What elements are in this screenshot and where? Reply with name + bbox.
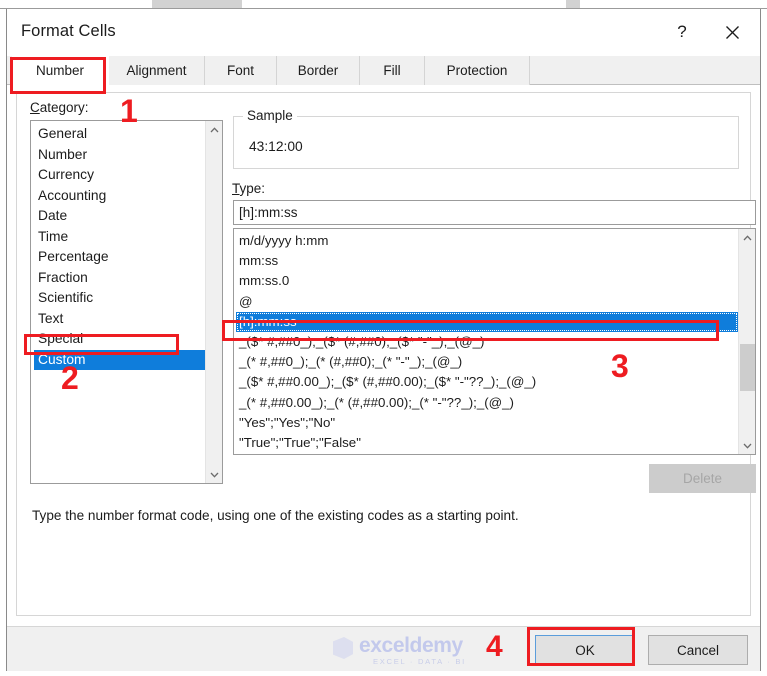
- type-items: m/d/yyyy h:mm mm:ss mm:ss.0 @ [h]:mm:ss …: [234, 229, 738, 453]
- dialog-content: Category: General Number Currency Accoun…: [7, 85, 760, 626]
- type-label-text: ype:: [239, 181, 266, 196]
- category-label-text: ategory:: [39, 100, 89, 115]
- type-label-accel: T: [232, 181, 240, 196]
- category-item-fraction[interactable]: Fraction: [34, 268, 205, 289]
- category-scrollbar[interactable]: [205, 121, 222, 483]
- chevron-up-icon[interactable]: [206, 121, 222, 138]
- type-item-6[interactable]: _(* #,##0_);_(* (#,##0);_(* "-"_);_(@_): [236, 352, 738, 372]
- type-item-7[interactable]: _($* #,##0.00_);_($* (#,##0.00);_($* "-"…: [236, 372, 738, 392]
- exceldemy-logo-icon: [333, 637, 353, 659]
- sample-value: 43:12:00: [249, 139, 303, 154]
- category-item-text[interactable]: Text: [34, 309, 205, 330]
- chevron-down-icon[interactable]: [206, 466, 222, 483]
- type-label: Type:: [232, 181, 265, 196]
- type-scrollbar[interactable]: [738, 229, 755, 454]
- background-app-strip: [0, 0, 767, 9]
- watermark-subtitle: EXCEL · DATA · BI: [373, 657, 466, 666]
- category-item-date[interactable]: Date: [34, 206, 205, 227]
- type-item-1[interactable]: mm:ss: [236, 251, 738, 271]
- annotation-step-4: 4: [486, 630, 503, 663]
- category-item-accounting[interactable]: Accounting: [34, 186, 205, 207]
- watermark-title: exceldemy: [359, 634, 463, 657]
- type-scrollbar-thumb[interactable]: [740, 344, 755, 391]
- delete-button[interactable]: Delete: [649, 464, 756, 493]
- category-item-number[interactable]: Number: [34, 145, 205, 166]
- category-label-accel: C: [30, 100, 40, 115]
- description-text: Type the number format code, using one o…: [32, 508, 519, 523]
- type-item-4-selected[interactable]: [h]:mm:ss: [236, 311, 738, 333]
- sample-legend: Sample: [243, 108, 297, 123]
- type-item-3[interactable]: @: [236, 292, 738, 312]
- exceldemy-watermark: exceldemy EXCEL · DATA · BI: [333, 634, 483, 668]
- help-icon[interactable]: ?: [662, 15, 702, 49]
- tab-font[interactable]: Font: [205, 56, 277, 85]
- annotation-step-3: 3: [611, 348, 629, 384]
- category-item-percentage[interactable]: Percentage: [34, 247, 205, 268]
- category-item-time[interactable]: Time: [34, 227, 205, 248]
- tab-number[interactable]: Number: [12, 56, 109, 85]
- tab-fill[interactable]: Fill: [360, 56, 425, 85]
- tab-alignment[interactable]: Alignment: [109, 56, 205, 85]
- type-item-2[interactable]: mm:ss.0: [236, 271, 738, 291]
- type-item-10[interactable]: "True";"True";"False": [236, 433, 738, 453]
- type-listbox[interactable]: m/d/yyyy h:mm mm:ss mm:ss.0 @ [h]:mm:ss …: [233, 228, 756, 455]
- dialog-title: Format Cells: [21, 22, 116, 40]
- chevron-up-icon[interactable]: [739, 229, 755, 246]
- tab-strip: Number Alignment Font Border Fill Protec…: [7, 56, 760, 85]
- category-items: General Number Currency Accounting Date …: [31, 121, 205, 370]
- category-item-special[interactable]: Special: [34, 329, 205, 350]
- dialog-footer: exceldemy EXCEL · DATA · BI OK Cancel: [7, 626, 760, 671]
- type-input[interactable]: [233, 200, 756, 225]
- chevron-down-icon[interactable]: [739, 437, 755, 454]
- category-item-custom[interactable]: Custom: [34, 349, 205, 370]
- annotation-step-1: 1: [120, 93, 138, 129]
- type-item-0[interactable]: m/d/yyyy h:mm: [236, 231, 738, 251]
- sample-group: Sample 43:12:00: [233, 108, 739, 169]
- type-item-9[interactable]: "Yes";"Yes";"No": [236, 413, 738, 433]
- tab-protection[interactable]: Protection: [425, 56, 530, 85]
- ok-button[interactable]: OK: [535, 635, 635, 665]
- category-listbox[interactable]: General Number Currency Accounting Date …: [30, 120, 223, 484]
- cancel-button[interactable]: Cancel: [648, 635, 748, 665]
- type-item-8[interactable]: _(* #,##0.00_);_(* (#,##0.00);_(* "-"??_…: [236, 393, 738, 413]
- category-item-scientific[interactable]: Scientific: [34, 288, 205, 309]
- close-icon[interactable]: [712, 15, 752, 49]
- category-item-currency[interactable]: Currency: [34, 165, 205, 186]
- dialog-titlebar: Format Cells ?: [7, 9, 760, 56]
- category-label: Category:: [30, 100, 89, 115]
- type-item-5[interactable]: _($* #,##0_);_($* (#,##0);_($* "-"_);_(@…: [236, 332, 738, 352]
- number-tab-panel: Category: General Number Currency Accoun…: [16, 92, 756, 616]
- annotation-step-2: 2: [61, 360, 79, 396]
- tab-border[interactable]: Border: [277, 56, 360, 85]
